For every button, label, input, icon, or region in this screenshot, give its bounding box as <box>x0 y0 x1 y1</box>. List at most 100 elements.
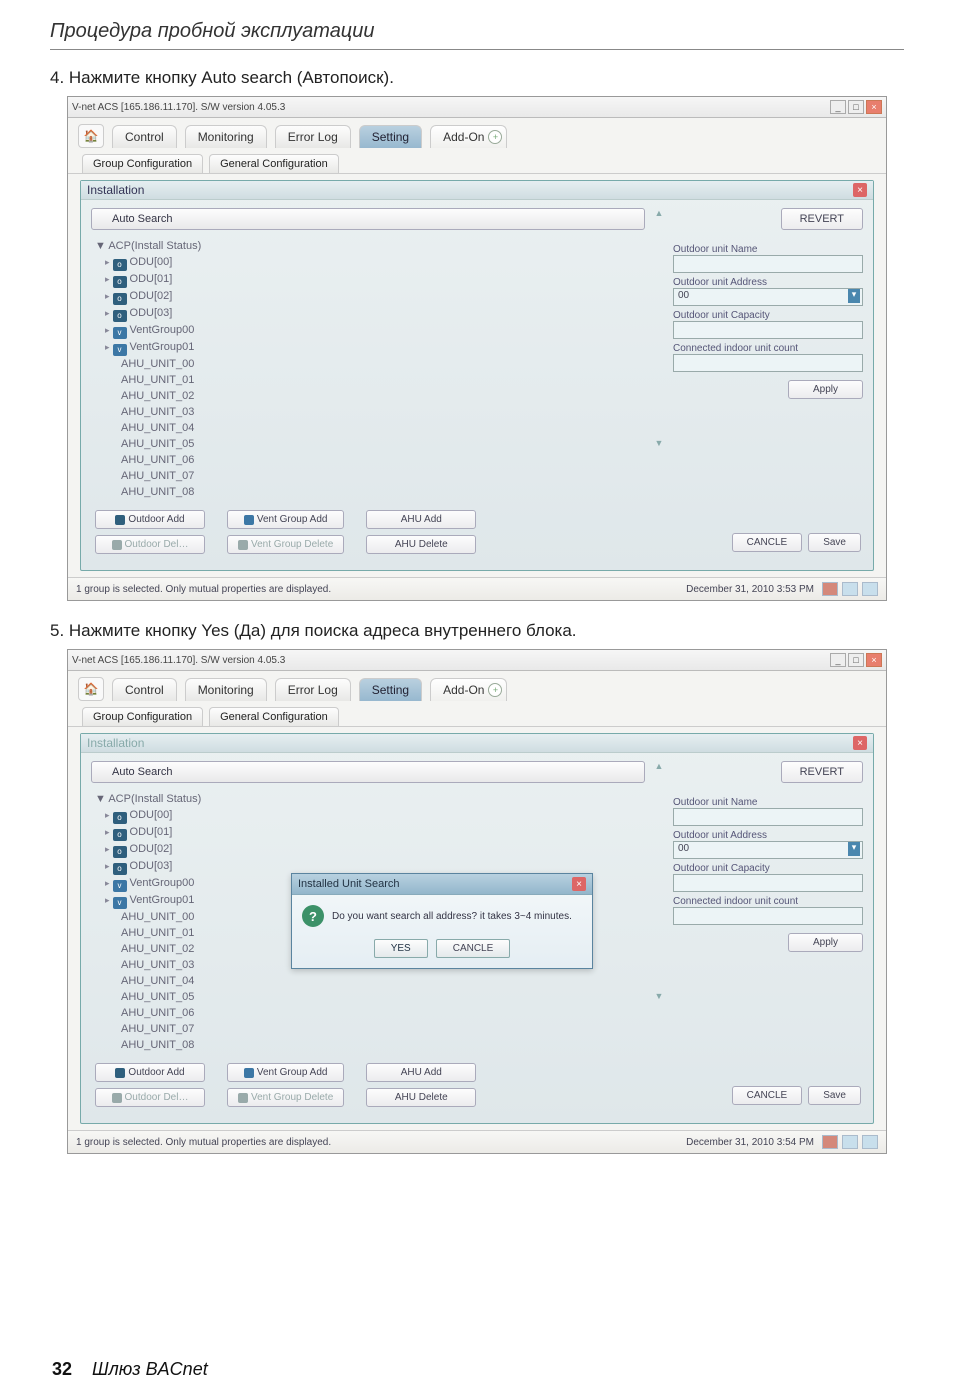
tree-item[interactable]: AHU_UNIT_07 <box>95 468 645 484</box>
tab-add-on[interactable]: Add-On+ <box>430 125 507 148</box>
tab-control[interactable]: Control <box>112 678 177 701</box>
tree-item[interactable]: AHU_UNIT_06 <box>95 1005 645 1021</box>
indoor-count-input[interactable] <box>673 354 863 372</box>
auto-search-button[interactable]: Auto Search <box>91 208 645 230</box>
tree-item[interactable]: VentGroup01 <box>130 341 195 353</box>
tab-control[interactable]: Control <box>112 125 177 148</box>
subtab-group-config[interactable]: Group Configuration <box>82 154 203 173</box>
tree-root[interactable]: ▼ ACP(Install Status) <box>95 238 645 254</box>
tree-item[interactable]: AHU_UNIT_03 <box>95 404 645 420</box>
tab-error-log[interactable]: Error Log <box>275 125 351 148</box>
tab-setting[interactable]: Setting <box>359 678 422 701</box>
tree-item[interactable]: VentGroup00 <box>130 324 195 336</box>
cancel-button[interactable]: CANCLE <box>732 1086 803 1105</box>
outdoor-capacity-input[interactable] <box>673 321 863 339</box>
plus-icon: + <box>488 683 502 697</box>
auto-search-button[interactable]: Auto Search <box>91 761 645 783</box>
label-outdoor-address: Outdoor unit Address <box>673 830 863 841</box>
scrollbar[interactable]: ▲ ▼ <box>653 208 665 448</box>
scroll-up-icon[interactable]: ▲ <box>655 761 664 771</box>
tab-error-log[interactable]: Error Log <box>275 678 351 701</box>
tree-item[interactable]: ODU[02] <box>130 290 173 302</box>
tree-item[interactable]: ODU[01] <box>130 273 173 285</box>
question-icon: ? <box>302 905 324 927</box>
outdoor-name-input[interactable] <box>673 255 863 273</box>
outdoor-capacity-input[interactable] <box>673 874 863 892</box>
close-icon[interactable]: × <box>866 100 882 114</box>
apply-button[interactable]: Apply <box>788 933 863 952</box>
tree-item[interactable]: AHU_UNIT_07 <box>95 1021 645 1037</box>
outdoor-del-button[interactable]: Outdoor Del… <box>95 1088 205 1107</box>
save-button[interactable]: Save <box>808 533 861 552</box>
outdoor-address-select[interactable]: 00 <box>673 841 863 859</box>
scrollbar[interactable]: ▲ ▼ <box>653 761 665 1001</box>
tab-monitoring[interactable]: Monitoring <box>185 678 267 701</box>
panel-close-icon[interactable]: × <box>853 183 867 197</box>
tree-item[interactable]: ODU[03] <box>130 307 173 319</box>
dialog-cancel-button[interactable]: CANCLE <box>436 939 511 958</box>
status-indicator-icon <box>842 1135 858 1149</box>
dialog-yes-button[interactable]: YES <box>374 939 428 958</box>
minimize-icon[interactable]: _ <box>830 100 846 114</box>
tree-item[interactable]: VentGroup00 <box>130 877 195 889</box>
tab-add-on[interactable]: Add-On+ <box>430 678 507 701</box>
tree-item[interactable]: ODU[02] <box>130 843 173 855</box>
tree-item[interactable]: ODU[01] <box>130 826 173 838</box>
subtab-general-config[interactable]: General Configuration <box>209 154 339 173</box>
close-icon[interactable]: × <box>866 653 882 667</box>
revert-button[interactable]: REVERT <box>781 208 863 230</box>
ahu-del-button[interactable]: AHU Delete <box>366 1088 476 1107</box>
scroll-down-icon[interactable]: ▼ <box>655 991 664 1001</box>
revert-button[interactable]: REVERT <box>781 761 863 783</box>
ahu-del-button[interactable]: AHU Delete <box>366 535 476 554</box>
ahu-add-button[interactable]: AHU Add <box>366 1063 476 1082</box>
cancel-button[interactable]: CANCLE <box>732 533 803 552</box>
dialog-close-icon[interactable]: × <box>572 877 586 891</box>
scroll-up-icon[interactable]: ▲ <box>655 208 664 218</box>
window-titlebar: V-net ACS [165.186.11.170]. S/W version … <box>68 97 886 118</box>
panel-close-icon[interactable]: × <box>853 736 867 750</box>
vent-group-add-button[interactable]: Vent Group Add <box>227 510 344 529</box>
dialog-message: Do you want search all address? it takes… <box>332 911 572 922</box>
tree-item[interactable]: ODU[00] <box>130 256 173 268</box>
home-icon[interactable]: 🏠 <box>78 124 104 148</box>
status-bar: 1 group is selected. Only mutual propert… <box>68 577 886 600</box>
tree-item[interactable]: AHU_UNIT_04 <box>95 973 645 989</box>
outdoor-name-input[interactable] <box>673 808 863 826</box>
tree-item[interactable]: AHU_UNIT_05 <box>95 436 645 452</box>
apply-button[interactable]: Apply <box>788 380 863 399</box>
save-button[interactable]: Save <box>808 1086 861 1105</box>
tree-item[interactable]: AHU_UNIT_05 <box>95 989 645 1005</box>
subtab-general-config[interactable]: General Configuration <box>209 707 339 726</box>
indoor-count-input[interactable] <box>673 907 863 925</box>
maximize-icon[interactable]: □ <box>848 100 864 114</box>
tab-setting[interactable]: Setting <box>359 125 422 148</box>
tree-item[interactable]: AHU_UNIT_01 <box>95 372 645 388</box>
outdoor-add-button[interactable]: Outdoor Add <box>95 510 205 529</box>
tree-item[interactable]: AHU_UNIT_04 <box>95 420 645 436</box>
tree-item[interactable]: AHU_UNIT_08 <box>95 484 645 500</box>
tree-item[interactable]: AHU_UNIT_08 <box>95 1037 645 1053</box>
tree-item[interactable]: AHU_UNIT_06 <box>95 452 645 468</box>
tree-item[interactable]: ODU[03] <box>130 860 173 872</box>
outdoor-address-select[interactable]: 00 <box>673 288 863 306</box>
tree-root[interactable]: ▼ ACP(Install Status) <box>95 791 645 807</box>
tree-item[interactable]: AHU_UNIT_02 <box>95 388 645 404</box>
tree-item[interactable]: ODU[00] <box>130 809 173 821</box>
tree-item[interactable]: AHU_UNIT_00 <box>95 356 645 372</box>
subtab-group-config[interactable]: Group Configuration <box>82 707 203 726</box>
tab-monitoring[interactable]: Monitoring <box>185 125 267 148</box>
vent-group-del-button[interactable]: Vent Group Delete <box>227 1088 344 1107</box>
outdoor-del-button[interactable]: Outdoor Del… <box>95 535 205 554</box>
ahu-add-button[interactable]: AHU Add <box>366 510 476 529</box>
home-icon[interactable]: 🏠 <box>78 677 104 701</box>
device-tree[interactable]: ▼ ACP(Install Status) oODU[00] oODU[01] … <box>91 238 645 500</box>
vent-group-add-button[interactable]: Vent Group Add <box>227 1063 344 1082</box>
outdoor-add-button[interactable]: Outdoor Add <box>95 1063 205 1082</box>
scroll-down-icon[interactable]: ▼ <box>655 438 664 448</box>
vent-group-del-button[interactable]: Vent Group Delete <box>227 535 344 554</box>
maximize-icon[interactable]: □ <box>848 653 864 667</box>
minimize-icon[interactable]: _ <box>830 653 846 667</box>
installation-panel: Installation × Auto Search ▼ ACP(Install… <box>80 733 874 1124</box>
tree-item[interactable]: VentGroup01 <box>130 894 195 906</box>
